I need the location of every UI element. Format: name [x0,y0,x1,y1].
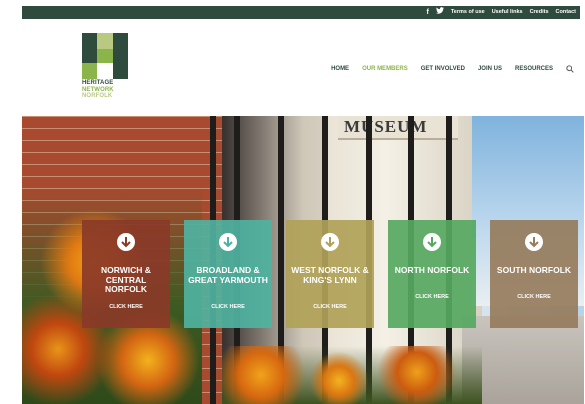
logo-mark-icon [82,33,128,79]
museum-sign: MUSEUM [338,116,458,140]
nav-our-members[interactable]: OUR MEMBERS [362,66,408,72]
click-here-link[interactable]: CLICK HERE [286,304,374,310]
contact-link[interactable]: Contact [556,6,576,19]
region-card-title: NORTH NORFOLK [394,265,470,275]
search-icon[interactable] [566,65,574,73]
region-card-title: SOUTH NORFOLK [496,265,572,275]
logo-line-heritage: HERITAGE [82,80,114,86]
arrow-down-circle-icon [423,233,441,251]
arrow-down-circle-icon [525,233,543,251]
hero-banner: MUSEUM NORWICH & CENTRAL NORFOLK CLICK H… [22,116,584,404]
museum-sign-text: MUSEUM [344,117,428,136]
facebook-icon[interactable]: f [427,6,429,19]
region-card-norwich[interactable]: NORWICH & CENTRAL NORFOLK CLICK HERE [82,220,170,328]
site-logo[interactable]: HERITAGE NETWORK NORFOLK [82,33,130,103]
nav-home[interactable]: HOME [331,66,349,72]
twitter-icon[interactable] [435,6,444,19]
region-card-title: NORWICH & CENTRAL NORFOLK [101,265,151,294]
flowers-bed [222,346,482,404]
region-card-west-norfolk[interactable]: WEST NORFOLK & KING'S LYNN CLICK HERE [286,220,374,328]
top-bar: f Terms of use Useful links Credits Cont… [22,6,580,19]
logo-line-norfolk: NORFOLK [82,93,113,99]
region-card-south-norfolk[interactable]: SOUTH NORFOLK CLICK HERE [490,220,578,328]
main-nav: HOME OUR MEMBERS GET INVOLVED JOIN US RE… [331,65,574,73]
region-card-north-norfolk[interactable]: NORTH NORFOLK CLICK HERE [388,220,476,328]
click-here-link[interactable]: CLICK HERE [184,304,272,310]
nav-resources[interactable]: RESOURCES [515,66,553,72]
terms-link[interactable]: Terms of use [451,6,485,19]
region-card-title: BROADLAND & GREAT YARMOUTH [188,265,268,285]
useful-links-link[interactable]: Useful links [492,6,523,19]
click-here-link[interactable]: CLICK HERE [490,294,578,300]
region-card-broadland[interactable]: BROADLAND & GREAT YARMOUTH CLICK HERE [184,220,272,328]
top-bar-links: f Terms of use Useful links Credits Cont… [427,6,576,19]
credits-link[interactable]: Credits [530,6,549,19]
region-card-title: WEST NORFOLK & KING'S LYNN [291,265,369,285]
logo-text: HERITAGE NETWORK NORFOLK [82,80,114,100]
nav-get-involved[interactable]: GET INVOLVED [421,66,465,72]
click-here-link[interactable]: CLICK HERE [82,304,170,310]
arrow-down-circle-icon [117,233,135,251]
click-here-link[interactable]: CLICK HERE [388,294,476,300]
nav-join-us[interactable]: JOIN US [478,66,502,72]
site-header: HERITAGE NETWORK NORFOLK HOME OUR MEMBER… [22,19,580,116]
region-cards: NORWICH & CENTRAL NORFOLK CLICK HERE BRO… [82,220,578,328]
arrow-down-circle-icon [321,233,339,251]
arrow-down-circle-icon [219,233,237,251]
